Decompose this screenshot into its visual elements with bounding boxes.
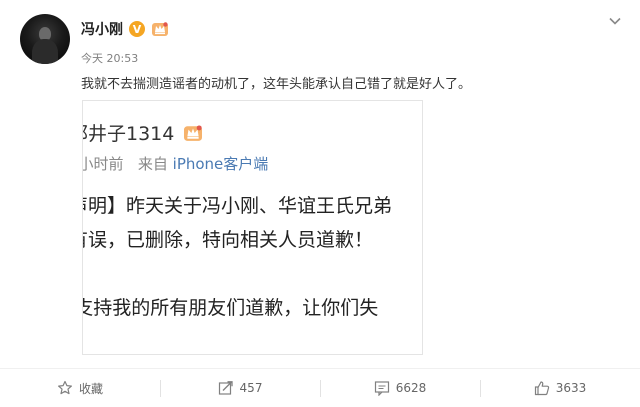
weibo-post: 冯小刚 V 今天 20:53 我就不去揣测造谣者的动机了，这年头能承认自己错了就…: [0, 0, 640, 407]
embedded-screenshot: 邵井子1314 4小时前 来自 iPhone客户端 声明】昨天关于冯小刚、华谊王…: [82, 101, 422, 354]
author-row: 冯小刚 V: [81, 18, 169, 40]
embedded-username: 邵井子1314: [83, 123, 175, 145]
author-name[interactable]: 冯小刚: [81, 19, 123, 39]
chevron-down-icon[interactable]: [608, 14, 622, 28]
repost-count: 457: [239, 381, 263, 395]
embedded-body-line: j支持我的所有朋友们道歉，让你们失: [82, 297, 379, 319]
post-text: 我就不去揣测造谣者的动机了，这年头能承认自己错了就是好人了。: [81, 77, 472, 92]
embedded-meta: 4小时前 来自 iPhone客户端: [83, 153, 269, 174]
repost-button[interactable]: 457: [160, 369, 320, 407]
star-icon: [57, 380, 72, 395]
member-crown-icon[interactable]: [151, 21, 169, 37]
attached-image[interactable]: 邵井子1314 4小时前 来自 iPhone客户端 声明】昨天关于冯小刚、华谊王…: [82, 100, 423, 355]
embedded-username-row: 邵井子1314: [83, 119, 204, 146]
embedded-time: 4小时前: [83, 155, 124, 173]
embedded-from: 来自: [137, 155, 168, 173]
action-bar: 收藏 457 6628 3633: [0, 368, 640, 407]
verified-icon[interactable]: V: [129, 21, 145, 37]
like-count: 3633: [555, 381, 587, 395]
member-crown-icon: [184, 124, 203, 141]
repost-icon: [218, 381, 233, 395]
favorite-button[interactable]: 收藏: [0, 369, 160, 407]
embedded-body-line: 声明】昨天关于冯小刚、华谊王氏兄弟: [82, 195, 393, 217]
avatar-figure-body: [32, 39, 58, 64]
comment-count: 6628: [395, 381, 427, 395]
post-time[interactable]: 今天 20:53: [81, 50, 138, 66]
comment-icon: [374, 381, 389, 396]
embedded-client: iPhone客户端: [172, 155, 269, 173]
favorite-label: 收藏: [78, 381, 103, 396]
like-button[interactable]: 3633: [480, 369, 640, 407]
thumbs-up-icon: [534, 381, 549, 396]
avatar[interactable]: [20, 14, 70, 64]
comment-button[interactable]: 6628: [320, 369, 480, 407]
embedded-body-gap: [83, 257, 392, 291]
embedded-body: 声明】昨天关于冯小刚、华谊王氏兄弟 有误，已删除，特向相关人员道歉！ j支持我的…: [82, 189, 393, 325]
embedded-body-line: 有误，已删除，特向相关人员道歉！: [82, 229, 374, 251]
